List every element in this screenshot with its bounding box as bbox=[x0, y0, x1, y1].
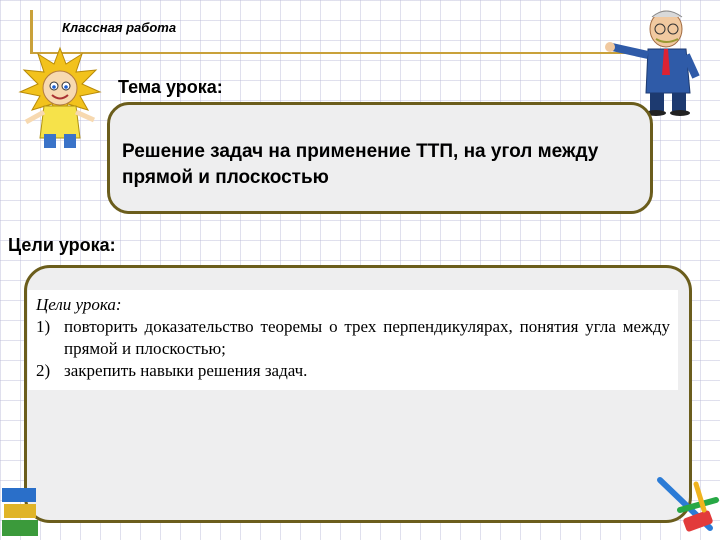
goals-paper: Цели урока: 1) повторить доказательство … bbox=[28, 290, 678, 390]
goals-label: Цели урока: bbox=[8, 235, 116, 255]
goal-number: 2) bbox=[36, 361, 51, 380]
topic-box: Решение задач на применение ТТП, на угол… bbox=[107, 102, 653, 214]
book-stack-icon bbox=[2, 488, 38, 536]
goal-text: закрепить навыки решения задач. bbox=[64, 361, 308, 380]
goal-text: повторить доказательство теоремы о трех … bbox=[64, 317, 670, 358]
topic-label: Тема урока: bbox=[118, 77, 223, 97]
topic-text: Решение задач на применение ТТП, на угол… bbox=[122, 141, 599, 188]
goals-paper-title: Цели урока: bbox=[36, 295, 122, 314]
cartoon-professor-icon bbox=[605, 10, 700, 116]
school-supplies-icon bbox=[657, 477, 719, 532]
goal-item: 1) повторить доказательство теоремы о тр… bbox=[36, 316, 670, 360]
header-label: Классная работа bbox=[62, 20, 177, 35]
cartoon-boy-icon bbox=[18, 46, 102, 148]
goal-number: 1) bbox=[36, 317, 51, 336]
goal-item: 2) закрепить навыки решения задач. bbox=[36, 360, 670, 382]
